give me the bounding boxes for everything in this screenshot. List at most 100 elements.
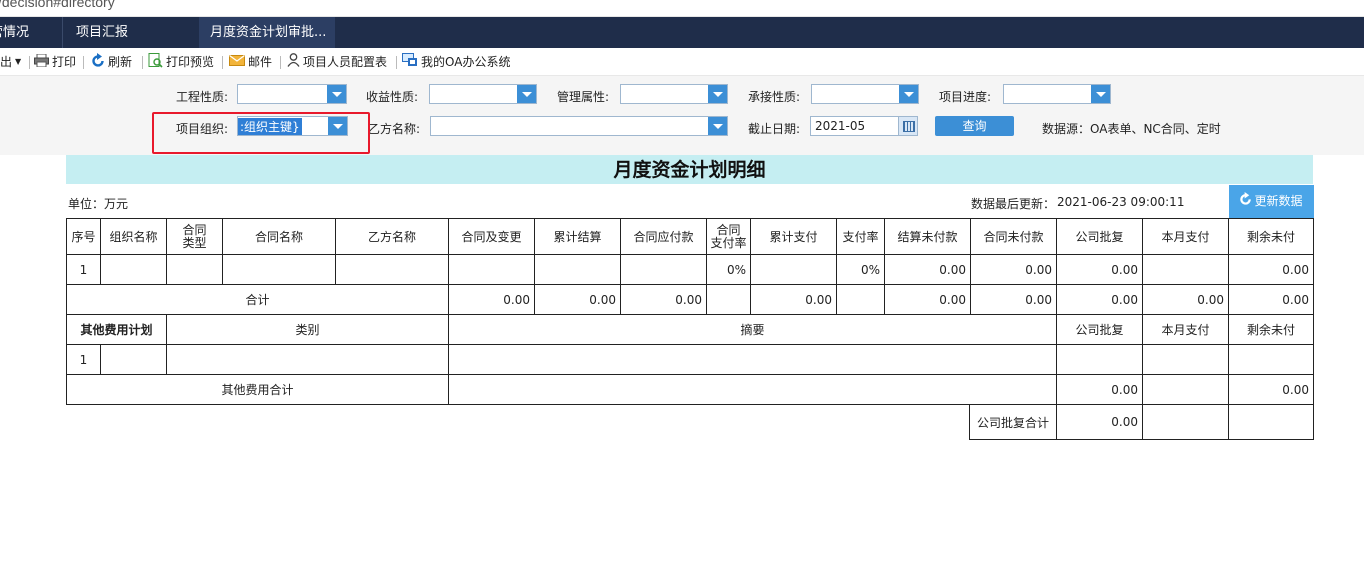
contract-nature-label: 承接性质: [748,90,801,104]
tab-monthly-fund-plan[interactable]: 月度资金计划审批... [199,17,335,48]
row1-party-b [335,254,449,285]
total-contract-pay-rate [706,284,751,315]
report-toolbar: 出 ▼ 打印 刷新 打印预览 邮件 项目人员配置表 我的OA办公系统 [0,48,1364,76]
other-company-approval-header: 公司批复 [1056,314,1143,345]
print-preview-button[interactable]: 打印预览 [148,52,215,72]
management-attr-label: 管理属性: [557,90,610,104]
toolbar-divider [280,56,281,69]
other-row1-summary [448,344,1057,375]
query-button[interactable]: 查询 [935,116,1014,136]
total-settle-unpaid: 0.00 [884,284,971,315]
row1-cum-pay [750,254,837,285]
header-settle-unpaid: 结算未付款 [884,218,971,255]
staff-config-label: 项目人员配置表 [303,55,388,69]
other-row1-company-approval [1056,344,1143,375]
row1-contract-change [448,254,535,285]
print-label: 打印 [52,55,77,69]
chevron-down-icon[interactable] [708,85,727,103]
mail-icon [229,54,245,70]
header-pay-rate-line1: 合同 [716,222,741,237]
chevron-down-icon[interactable] [899,85,918,103]
other-remaining-header: 剩余未付 [1228,314,1314,345]
print-button[interactable]: 打印 [34,53,77,70]
header-contract-type: 合同 类型 [166,218,223,255]
approval-total-value: 0.00 [1056,404,1143,440]
header-org: 组织名称 [100,218,167,255]
header-cum-pay: 累计支付 [750,218,837,255]
header-pay-rate-line2: 支付率 [710,235,747,250]
toolbar-divider [29,56,30,69]
toolbar-divider [222,56,223,69]
tab-project-report[interactable]: 项目汇报 [62,17,192,48]
row1-cum-settle [534,254,621,285]
row1-remaining-unpaid: 0.00 [1228,254,1314,285]
total-contract-payable: 0.00 [620,284,707,315]
contract-nature-select[interactable] [811,84,919,104]
row1-org [100,254,167,285]
row1-contract-unpaid: 0.00 [970,254,1057,285]
row1-contract-name [222,254,336,285]
unit-label: 单位：万元 [68,197,129,211]
other-total-month-pay [1142,374,1229,405]
print-preview-icon [148,52,163,72]
toolbar-divider [396,56,397,69]
party-b-label: 乙方名称: [368,122,421,136]
approval-total-remaining [1228,404,1314,440]
chevron-down-icon: ▼ [15,57,22,66]
row1-seq: 1 [66,254,101,285]
revenue-nature-select[interactable] [429,84,537,104]
browser-address-bar[interactable]: /decision#directory [0,0,1364,17]
total-cum-pay: 0.00 [750,284,837,315]
management-attr-select[interactable] [620,84,728,104]
other-month-pay-header: 本月支付 [1142,314,1229,345]
export-menu-button[interactable]: 出 ▼ [0,54,21,70]
last-update-value: 2021-06-23 09:00:11 [1057,195,1185,209]
chevron-down-icon[interactable] [708,117,727,135]
header-contract-type-line2: 类型 [182,235,207,250]
export-label: 出 [0,55,13,69]
total-company-approval: 0.00 [1056,284,1143,315]
total-label: 合计 [66,284,449,315]
row1-contract-pay-rate: 0% [706,254,751,285]
chevron-down-icon[interactable] [1091,85,1110,103]
deadline-date-field[interactable]: 2021-05 [810,116,918,136]
header-contract-change: 合同及变更 [448,218,535,255]
refresh-icon [1240,185,1252,218]
total-cum-settle: 0.00 [534,284,621,315]
header-month-pay: 本月支付 [1142,218,1229,255]
other-total-summary [448,374,1057,405]
calendar-icon[interactable] [898,117,917,135]
project-progress-select[interactable] [1003,84,1111,104]
approval-total-month-pay [1142,404,1229,440]
toolbar-divider [142,56,143,69]
party-b-select[interactable] [430,116,728,136]
other-total-company-approval: 0.00 [1056,374,1143,405]
other-row1-remaining [1228,344,1314,375]
header-contract-unpaid: 合同未付款 [970,218,1057,255]
header-contract-type-line1: 合同 [182,222,207,237]
other-row1-blank [100,344,167,375]
chevron-down-icon[interactable] [327,85,346,103]
other-row1-seq: 1 [66,344,101,375]
highlight-annotation-box [152,112,370,154]
oa-system-button[interactable]: 我的OA办公系统 [402,53,511,70]
refresh-button[interactable]: 刷新 [92,53,132,71]
person-icon [287,53,300,71]
mail-button[interactable]: 邮件 [229,54,272,70]
total-month-pay: 0.00 [1142,284,1229,315]
header-contract-pay-rate: 合同 支付率 [706,218,751,255]
print-preview-label: 打印预览 [166,55,215,69]
row1-company-approval: 0.00 [1056,254,1143,285]
staff-config-button[interactable]: 项目人员配置表 [287,53,388,71]
engineering-nature-select[interactable] [237,84,347,104]
toolbar-divider [83,56,84,69]
update-data-button[interactable]: 更新数据 [1229,185,1314,218]
tab-operations[interactable]: 营情况 [0,17,60,48]
chevron-down-icon[interactable] [517,85,536,103]
row1-month-pay [1142,254,1229,285]
header-cum-settle: 累计结算 [534,218,621,255]
refresh-icon [92,53,105,71]
engineering-nature-label: 工程性质: [176,90,229,104]
deadline-value: 2021-05 [815,119,866,133]
oa-system-label: 我的OA办公系统 [421,55,511,69]
